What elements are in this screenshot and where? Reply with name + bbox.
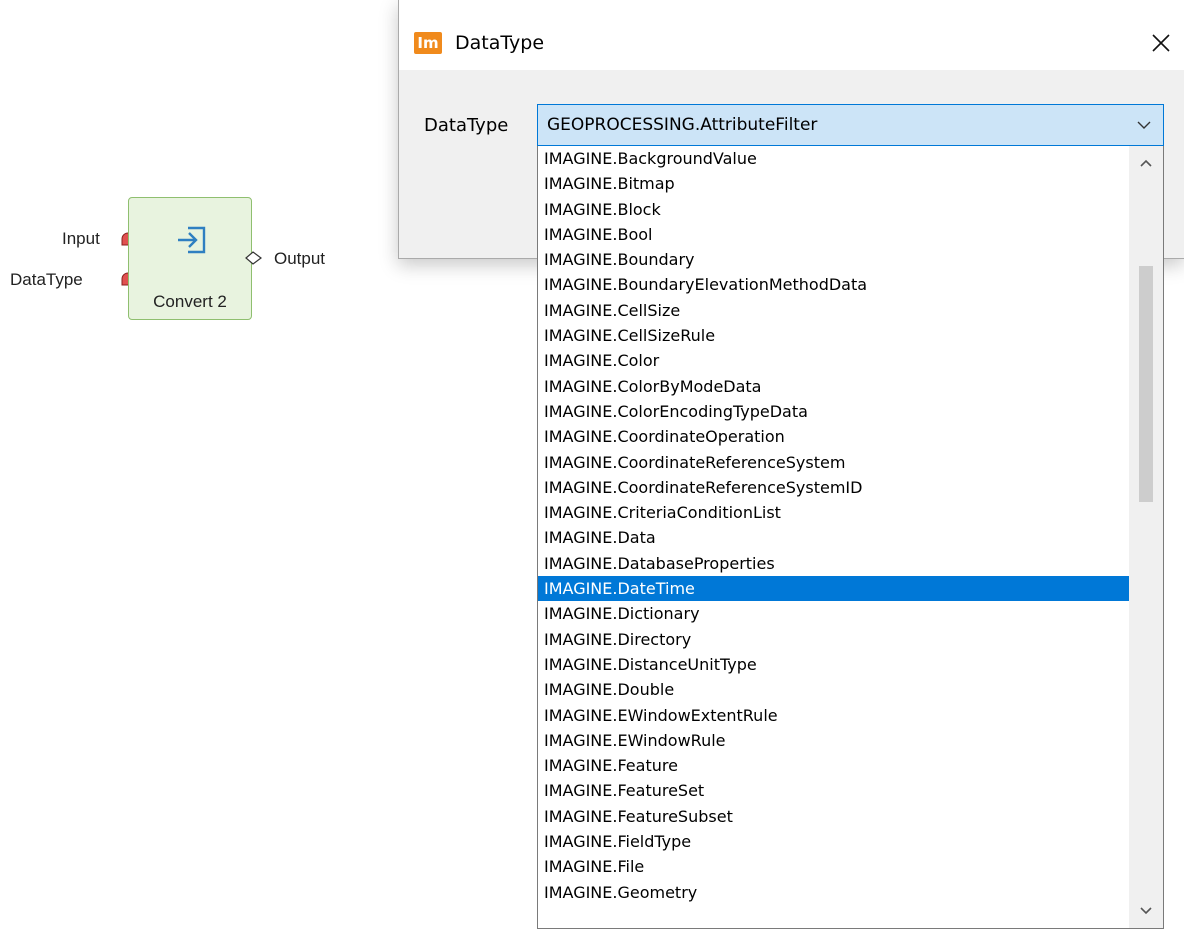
- close-button[interactable]: [1138, 20, 1184, 66]
- chevron-down-icon[interactable]: [1137, 118, 1151, 132]
- dropdown-item[interactable]: IMAGINE.Color: [538, 348, 1129, 373]
- dropdown-item[interactable]: IMAGINE.CoordinateReferenceSystem: [538, 450, 1129, 475]
- datatype-field-label: DataType: [424, 115, 509, 136]
- convert-arrow-icon: [178, 226, 206, 254]
- datatype-combobox[interactable]: GEOPROCESSING.AttributeFilter: [537, 104, 1164, 146]
- datatype-dropdown-list[interactable]: IMAGINE.BackgroundValue IMAGINE.Bitmap IMA…: [537, 146, 1164, 929]
- scrollbar-thumb[interactable]: [1139, 265, 1153, 502]
- combobox-value: GEOPROCESSING.AttributeFilter: [547, 115, 818, 135]
- dropdown-item[interactable]: IMAGINE.Block: [538, 197, 1129, 222]
- dialog-title: DataType: [455, 32, 545, 54]
- dropdown-item[interactable]: IMAGINE.CoordinateReferenceSystemID: [538, 475, 1129, 500]
- input-port-label: Input: [62, 229, 100, 248]
- dropdown-item[interactable]: IMAGINE.Bool: [538, 222, 1129, 247]
- dropdown-item[interactable]: IMAGINE.DistanceUnitType: [538, 652, 1129, 677]
- dropdown-item[interactable]: IMAGINE.Double: [538, 677, 1129, 702]
- scroll-down-button[interactable]: [1129, 894, 1163, 928]
- dropdown-item[interactable]: IMAGINE.Boundary: [538, 247, 1129, 272]
- convert-operator-box[interactable]: Convert 2: [128, 197, 252, 320]
- dropdown-item[interactable]: IMAGINE.EWindowRule: [538, 728, 1129, 753]
- dropdown-item[interactable]: IMAGINE.Data: [538, 525, 1129, 550]
- dropdown-item[interactable]: IMAGINE.FieldType: [538, 829, 1129, 854]
- dropdown-item[interactable]: IMAGINE.File: [538, 854, 1129, 879]
- dropdown-items: IMAGINE.BackgroundValue IMAGINE.Bitmap IMA…: [538, 146, 1129, 905]
- dropdown-item[interactable]: IMAGINE.CoordinateOperation: [538, 424, 1129, 449]
- datatype-port-label: DataType: [10, 270, 83, 289]
- dialog-titlebar[interactable]: Im DataType: [399, 0, 1184, 70]
- dropdown-item[interactable]: IMAGINE.FeatureSet: [538, 778, 1129, 803]
- dropdown-item[interactable]: IMAGINE.CellSizeRule: [538, 323, 1129, 348]
- dropdown-item[interactable]: IMAGINE.CriteriaConditionList: [538, 500, 1129, 525]
- output-port-label: Output: [274, 249, 326, 268]
- dropdown-item[interactable]: IMAGINE.FeatureSubset: [538, 804, 1129, 829]
- scroll-up-button[interactable]: [1129, 146, 1163, 180]
- dropdown-item[interactable]: IMAGINE.Feature: [538, 753, 1129, 778]
- dropdown-item[interactable]: IMAGINE.EWindowExtentRule: [538, 703, 1129, 728]
- dropdown-scrollbar[interactable]: [1129, 146, 1163, 928]
- dropdown-item[interactable]: IMAGINE.BoundaryElevationMethodData: [538, 272, 1129, 297]
- dropdown-item[interactable]: IMAGINE.DatabaseProperties: [538, 551, 1129, 576]
- dropdown-item[interactable]: IMAGINE.Geometry: [538, 880, 1129, 905]
- dropdown-item[interactable]: IMAGINE.BackgroundValue: [538, 146, 1129, 171]
- dropdown-item[interactable]: IMAGINE.ColorByModeData: [538, 374, 1129, 399]
- close-icon: [1152, 34, 1170, 52]
- dropdown-item[interactable]: IMAGINE.Dictionary: [538, 601, 1129, 626]
- chevron-up-icon: [1140, 159, 1152, 167]
- dropdown-item[interactable]: IMAGINE.Bitmap: [538, 171, 1129, 196]
- output-port[interactable]: [245, 250, 263, 266]
- dropdown-item[interactable]: IMAGINE.ColorEncodingTypeData: [538, 399, 1129, 424]
- imagine-app-icon: Im: [414, 32, 442, 54]
- chevron-down-icon: [1140, 907, 1152, 915]
- dropdown-item[interactable]: IMAGINE.Directory: [538, 627, 1129, 652]
- dropdown-item[interactable]: IMAGINE.DateTime: [538, 576, 1129, 602]
- operator-label: Convert 2: [153, 292, 227, 311]
- dropdown-item[interactable]: IMAGINE.CellSize: [538, 298, 1129, 323]
